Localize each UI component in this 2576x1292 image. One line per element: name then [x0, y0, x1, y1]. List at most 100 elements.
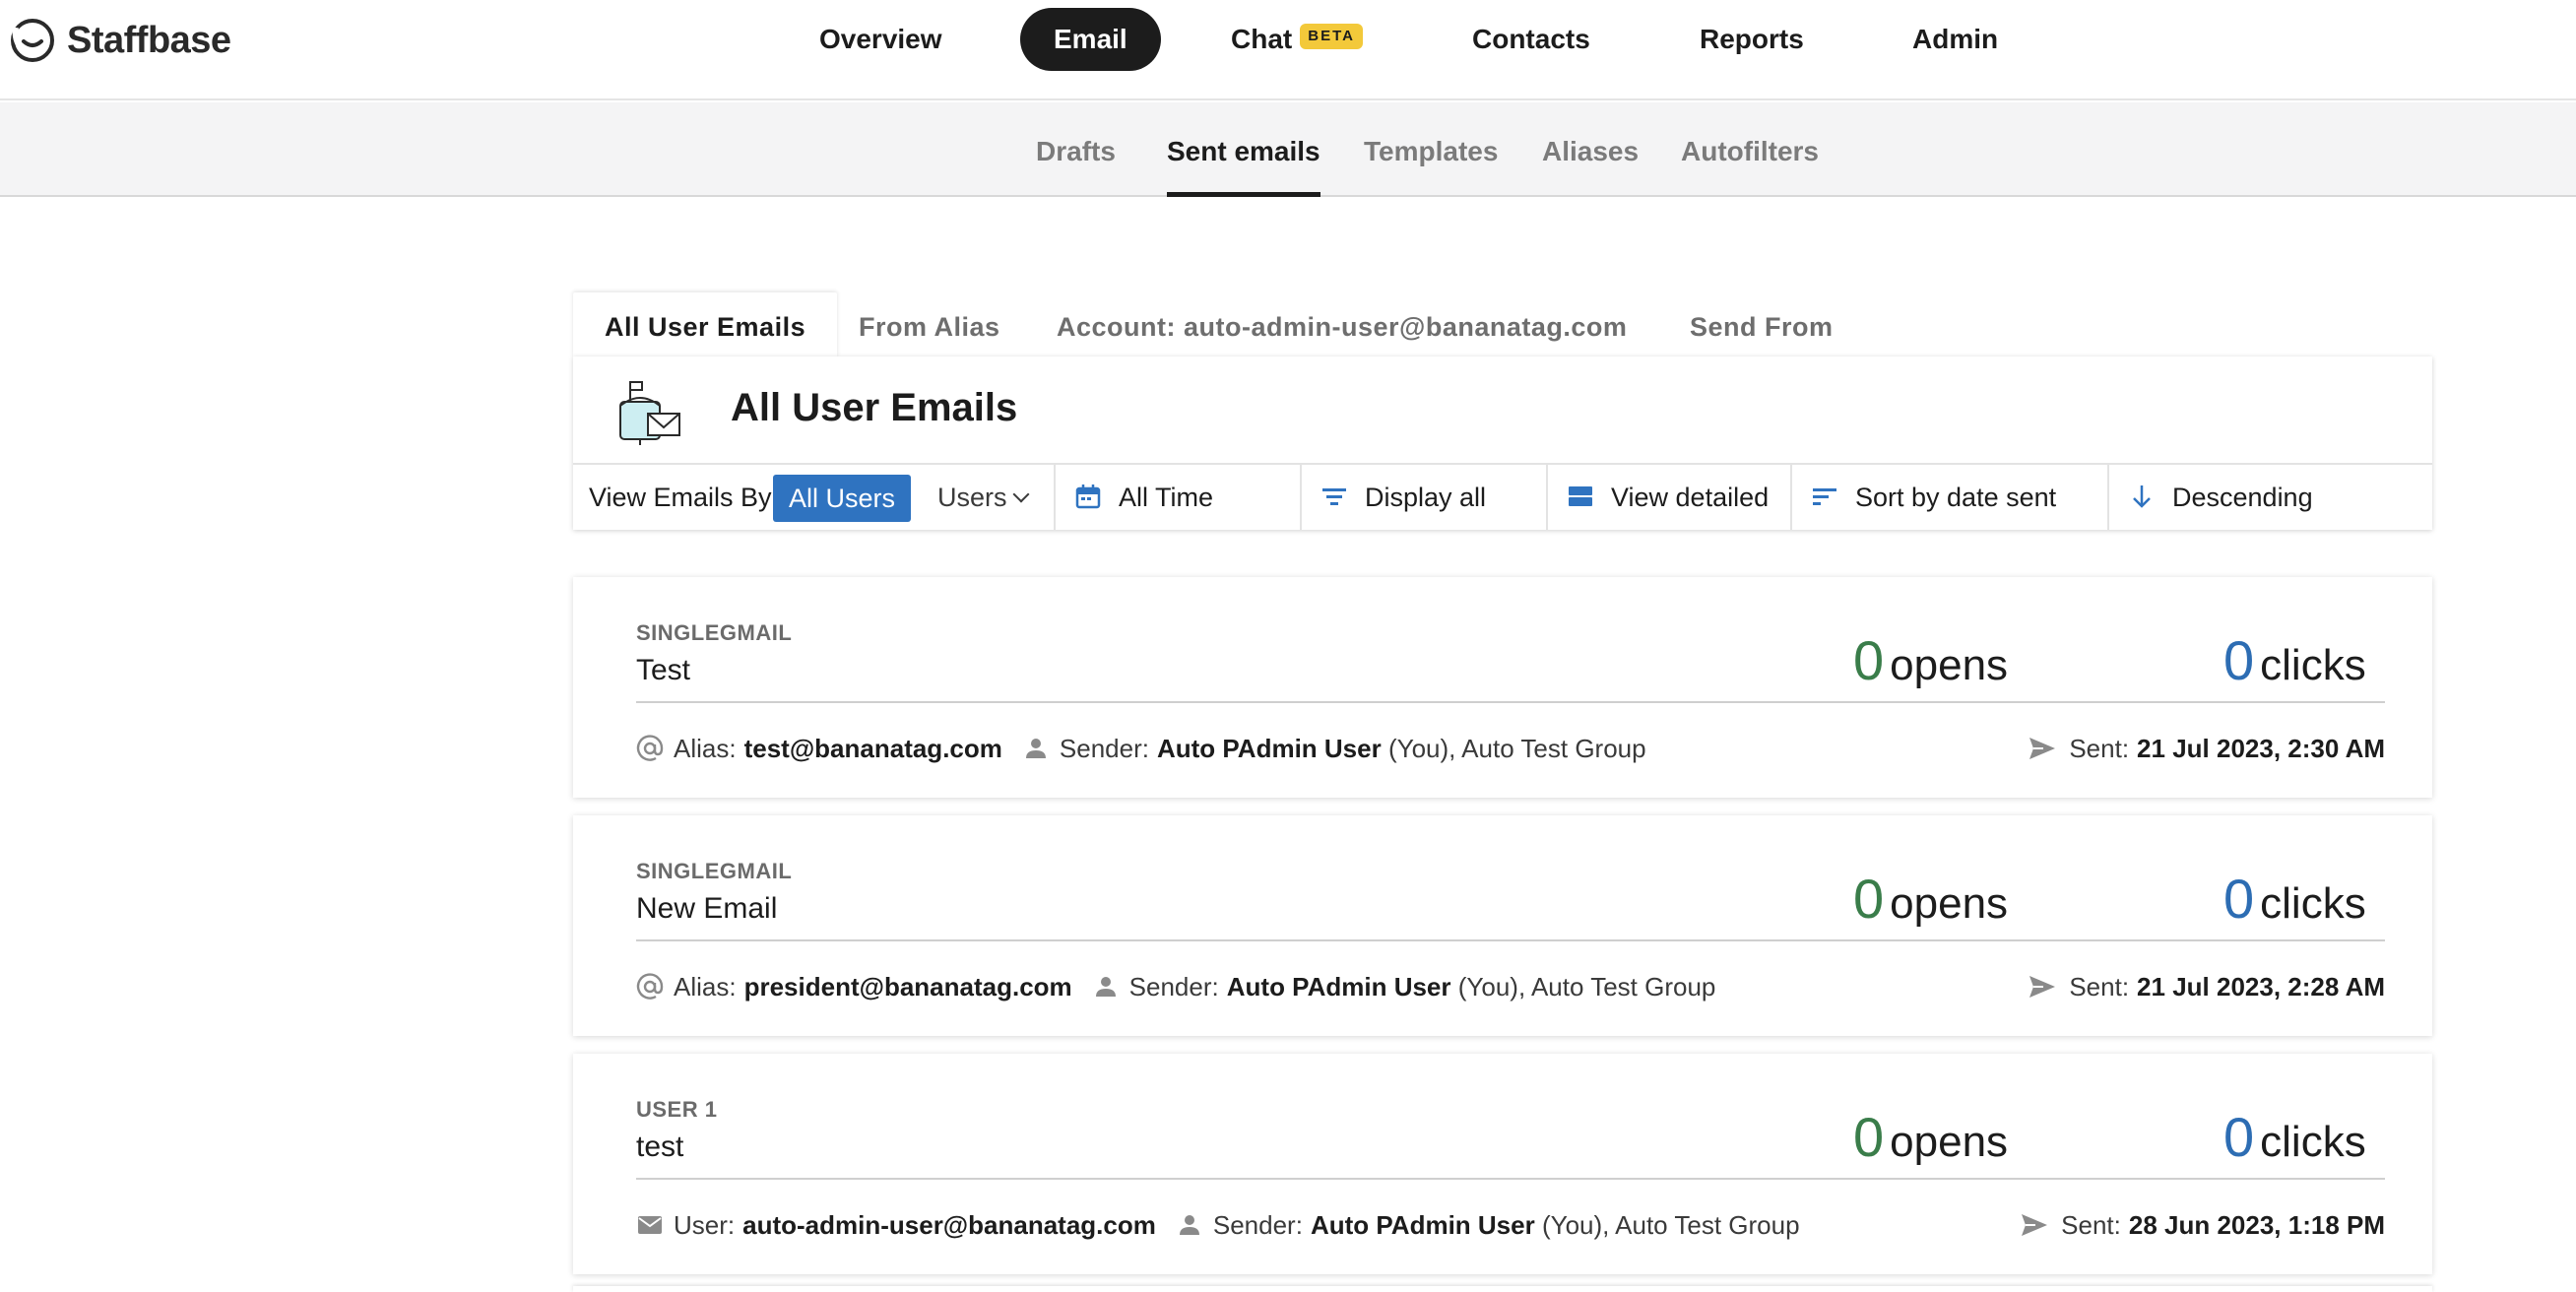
- opens-label: opens: [1890, 879, 2009, 928]
- sender-suffix: (You), Auto Test Group: [1387, 734, 1646, 763]
- tab-all-user-emails[interactable]: All User Emails: [573, 292, 838, 357]
- sent-info: Sent: 21 Jul 2023, 2:30 AM: [2028, 727, 2385, 770]
- clicks-stat: 0 clicks: [2223, 1105, 2366, 1174]
- sender-suffix: (You), Auto Test Group: [1541, 1210, 1800, 1240]
- calendar-icon: [1075, 484, 1101, 509]
- all-user-emails-panel: All User Emails View Emails By: All User…: [573, 356, 2432, 530]
- sender-label: Sender:: [1128, 972, 1219, 1001]
- arrow-down-icon: [2133, 485, 2151, 508]
- sort-order-filter[interactable]: Descending: [2107, 465, 2432, 530]
- clicks-stat: 0 clicks: [2223, 867, 2366, 936]
- email-type-label: SINGLEGMAIL: [636, 859, 793, 883]
- source-label: User:: [674, 1210, 736, 1240]
- display-filter[interactable]: Display all: [1300, 465, 1546, 530]
- email-subject[interactable]: Test: [636, 654, 690, 687]
- sort-label: Sort by date sent: [1855, 483, 2057, 512]
- person-icon: [1179, 1215, 1199, 1235]
- at-sign-icon: [636, 735, 664, 761]
- mailbox-icon: [619, 381, 680, 445]
- email-meta: Alias: test@bananatag.com Sender: Auto PAd…: [636, 727, 1646, 770]
- card-divider: [636, 1178, 2385, 1180]
- send-icon: [2029, 976, 2056, 998]
- nav-item-reports[interactable]: Reports: [1700, 8, 1804, 71]
- view-mode-filter[interactable]: View detailed: [1546, 465, 1790, 530]
- sender-name: Auto PAdmin User: [1310, 1210, 1535, 1240]
- email-subject[interactable]: New Email: [636, 892, 777, 926]
- envelope-icon: [638, 1216, 662, 1234]
- sent-date: 28 Jun 2023, 1:18 PM: [2128, 1210, 2385, 1240]
- email-card[interactable]: SINGLEGMAIL New Email 0 opens 0 clicks Ali…: [573, 815, 2432, 1036]
- tab-account[interactable]: Account: auto-admin-user@bananatag.com: [1057, 292, 1627, 357]
- source-label: Alias:: [674, 734, 737, 763]
- subnav-drafts[interactable]: Drafts: [1036, 102, 1116, 197]
- source-label: Alias:: [674, 972, 737, 1001]
- time-range-filter[interactable]: All Time: [1054, 465, 1300, 530]
- opens-label: opens: [1890, 1118, 2009, 1166]
- next-email-card-edge: [573, 1286, 2432, 1292]
- email-sub-navigation: Drafts Sent emails Templates Aliases Aut…: [0, 102, 2576, 197]
- view-agenda-icon: [1569, 486, 1592, 506]
- time-range-label: All Time: [1119, 483, 1214, 512]
- sender-label: Sender:: [1212, 1210, 1303, 1240]
- chevron-down-icon: [1012, 485, 1030, 503]
- panel-title: All User Emails: [731, 386, 1018, 429]
- person-icon: [1095, 977, 1116, 997]
- sent-info: Sent: 28 Jun 2023, 1:18 PM: [2020, 1203, 2385, 1247]
- tab-send-from[interactable]: Send From: [1690, 292, 1834, 357]
- view-mode-label: View detailed: [1611, 483, 1770, 512]
- sender-suffix: (You), Auto Test Group: [1457, 972, 1716, 1001]
- source-value: auto-admin-user@bananatag.com: [742, 1210, 1156, 1240]
- display-filter-label: Display all: [1365, 483, 1487, 512]
- sort-order-label: Descending: [2172, 483, 2313, 512]
- sent-info: Sent: 21 Jul 2023, 2:28 AM: [2028, 965, 2385, 1008]
- tab-from-alias[interactable]: From Alias: [859, 292, 1000, 357]
- sender-name: Auto PAdmin User: [1226, 972, 1451, 1001]
- email-card[interactable]: USER 1 test 0 opens 0 clicks User: auto-adm…: [573, 1054, 2432, 1274]
- sent-date: 21 Jul 2023, 2:28 AM: [2137, 972, 2385, 1001]
- clicks-label: clicks: [2260, 641, 2366, 689]
- clicks-count: 0: [2223, 1106, 2255, 1168]
- email-subject[interactable]: test: [636, 1130, 683, 1164]
- users-dropdown-label: Users: [937, 483, 1007, 512]
- subnav-aliases[interactable]: Aliases: [1542, 102, 1639, 197]
- opens-stat: 0 opens: [1853, 628, 2008, 697]
- sent-label: Sent:: [2061, 1210, 2121, 1240]
- sent-label: Sent:: [2069, 734, 2130, 763]
- filter-icon: [1322, 488, 1346, 505]
- opens-count: 0: [1853, 1106, 1885, 1168]
- email-type-label: USER 1: [636, 1097, 718, 1122]
- sender-name: Auto PAdmin User: [1156, 734, 1382, 763]
- nav-item-chat[interactable]: Chat BETA: [1231, 8, 1363, 71]
- sent-date: 21 Jul 2023, 2:30 AM: [2137, 734, 2385, 763]
- source-value: president@bananatag.com: [743, 972, 1072, 1001]
- send-icon: [2022, 1214, 2048, 1236]
- subnav-sent-emails[interactable]: Sent emails: [1167, 102, 1320, 197]
- nav-item-overview[interactable]: Overview: [819, 8, 942, 71]
- opens-stat: 0 opens: [1853, 1105, 2008, 1174]
- main-nav: Overview Email Chat BETA Contacts Reports…: [0, 8, 2576, 71]
- nav-item-contacts[interactable]: Contacts: [1472, 8, 1590, 71]
- view-emails-by-label: View Emails By:: [589, 483, 780, 512]
- card-divider: [636, 701, 2385, 703]
- sent-label: Sent:: [2069, 972, 2130, 1001]
- clicks-stat: 0 clicks: [2223, 628, 2366, 697]
- nav-item-email[interactable]: Email: [1020, 8, 1161, 71]
- opens-count: 0: [1853, 868, 1885, 930]
- sort-filter[interactable]: Sort by date sent: [1790, 465, 2107, 530]
- all-users-button[interactable]: All Users: [773, 475, 912, 522]
- nav-item-admin[interactable]: Admin: [1912, 8, 1998, 71]
- subnav-autofilters[interactable]: Autofilters: [1681, 102, 1819, 197]
- subnav-templates[interactable]: Templates: [1364, 102, 1498, 197]
- source-value: test@bananatag.com: [743, 734, 1002, 763]
- clicks-label: clicks: [2260, 1118, 2366, 1166]
- at-sign-icon: [636, 973, 664, 1000]
- users-dropdown[interactable]: Users: [937, 465, 1030, 530]
- clicks-label: clicks: [2260, 879, 2366, 928]
- email-card[interactable]: SINGLEGMAIL Test 0 opens 0 clicks Alias: te…: [573, 577, 2432, 798]
- opens-count: 0: [1853, 629, 1885, 691]
- email-type-label: SINGLEGMAIL: [636, 620, 793, 645]
- beta-badge: BETA: [1300, 24, 1363, 49]
- send-icon: [2029, 738, 2056, 759]
- top-navigation-bar: Staffbase Overview Email Chat BETA Contac…: [0, 0, 2576, 100]
- email-meta: User: auto-admin-user@bananatag.com Sende…: [636, 1203, 1800, 1247]
